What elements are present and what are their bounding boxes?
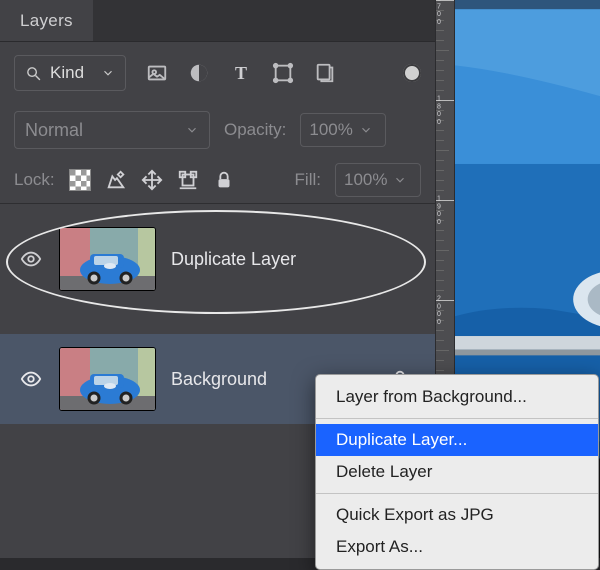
blend-row: Normal Opacity: 100% xyxy=(0,104,435,156)
opacity-value: 100% xyxy=(309,120,352,140)
lock-label: Lock: xyxy=(14,170,55,190)
chevron-down-icon xyxy=(101,66,115,80)
fill-value: 100% xyxy=(344,170,387,190)
ruler-label: 1700 xyxy=(437,0,451,26)
menu-item[interactable]: Export As... xyxy=(316,531,598,563)
lock-transparency-icon[interactable] xyxy=(69,169,91,191)
panel-tabbar: Layers xyxy=(0,0,435,42)
ruler-label: 1800 xyxy=(437,94,451,125)
car-thumbnail-icon xyxy=(60,348,155,410)
layer-row-duplicate[interactable]: Duplicate Layer xyxy=(0,214,435,304)
layer-name-label: Duplicate Layer xyxy=(171,249,411,270)
visibility-toggle[interactable] xyxy=(18,248,44,270)
chevron-down-icon xyxy=(393,173,407,187)
adjustment-layer-icon[interactable] xyxy=(188,62,210,84)
type-layer-icon[interactable]: T xyxy=(230,62,252,84)
opacity-input[interactable]: 100% xyxy=(300,113,386,147)
car-thumbnail-icon xyxy=(60,228,155,290)
menu-item[interactable]: Quick Export as JPG xyxy=(316,499,598,531)
lock-artboard-icon[interactable] xyxy=(177,169,199,191)
lock-pixels-icon[interactable] xyxy=(105,169,127,191)
filter-kind-dropdown[interactable]: Kind xyxy=(14,55,126,91)
shape-layer-icon[interactable] xyxy=(272,62,294,84)
lock-position-icon[interactable] xyxy=(141,169,163,191)
lock-icons xyxy=(69,169,235,191)
fill-label: Fill: xyxy=(295,170,321,190)
chevron-down-icon xyxy=(359,123,373,137)
layer-context-menu: Layer from Background... Duplicate Layer.… xyxy=(315,374,599,570)
ruler-label: 1900 xyxy=(437,194,451,225)
filter-type-icons: T xyxy=(146,62,336,84)
menu-item[interactable]: Duplicate Layer... xyxy=(316,424,598,456)
search-icon xyxy=(25,65,42,82)
layer-filter-row: Kind T xyxy=(0,42,435,104)
lock-row: Lock: Fill: 100% xyxy=(0,156,435,204)
layer-thumbnail[interactable] xyxy=(60,228,155,290)
filter-kind-label: Kind xyxy=(50,63,93,83)
tab-layers[interactable]: Layers xyxy=(0,0,93,41)
blend-mode-value: Normal xyxy=(25,120,175,141)
filter-enable-toggle[interactable] xyxy=(403,64,421,82)
ruler-label: 2000 xyxy=(437,294,451,325)
menu-item[interactable]: Delete Layer xyxy=(316,456,598,488)
menu-item[interactable]: Layer from Background... xyxy=(316,381,598,413)
lock-all-icon[interactable] xyxy=(213,169,235,191)
opacity-label: Opacity: xyxy=(224,120,286,140)
eye-icon xyxy=(20,368,42,390)
smartobject-layer-icon[interactable] xyxy=(314,62,336,84)
image-layer-icon[interactable] xyxy=(146,62,168,84)
menu-separator xyxy=(316,493,598,494)
layer-thumbnail[interactable] xyxy=(60,348,155,410)
blend-mode-dropdown[interactable]: Normal xyxy=(14,111,210,149)
menu-separator xyxy=(316,418,598,419)
eye-icon xyxy=(20,248,42,270)
fill-input[interactable]: 100% xyxy=(335,163,421,197)
chevron-down-icon xyxy=(185,123,199,137)
visibility-toggle[interactable] xyxy=(18,368,44,390)
